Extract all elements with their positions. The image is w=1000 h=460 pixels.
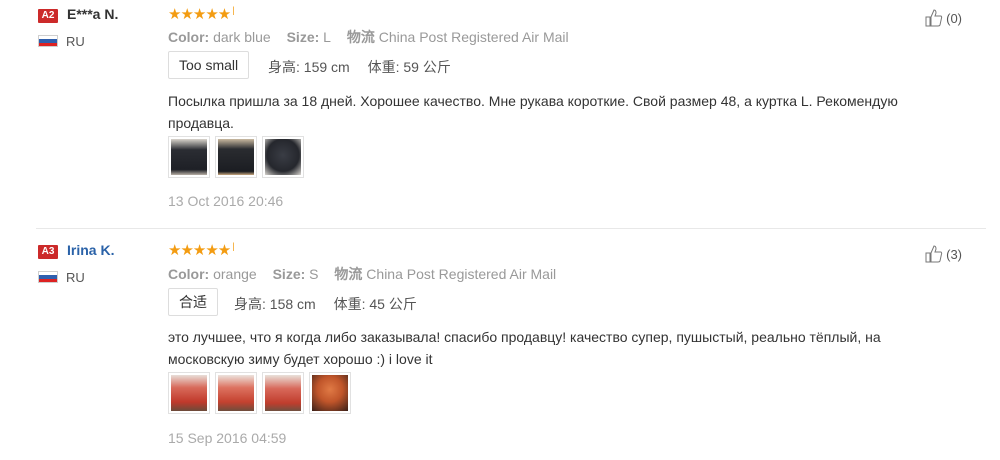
review-date: 13 Oct 2016 20:46 bbox=[168, 193, 284, 209]
country-code: RU bbox=[66, 34, 85, 49]
review-date: 15 Sep 2016 04:59 bbox=[168, 430, 287, 446]
country-code: RU bbox=[66, 270, 85, 285]
like-button[interactable]: (3) bbox=[924, 244, 962, 264]
thumbs-up-icon bbox=[925, 245, 943, 263]
star-rating: ★★★★★ | bbox=[168, 241, 235, 259]
review-photo[interactable] bbox=[262, 372, 304, 414]
rank-badge: A2 bbox=[38, 9, 58, 23]
rank-badge: A3 bbox=[38, 245, 58, 259]
review-text: Посылка пришла за 18 дней. Хорошее качес… bbox=[168, 93, 898, 131]
like-button[interactable]: (0) bbox=[924, 8, 962, 28]
review-photo[interactable] bbox=[168, 372, 210, 414]
order-attributes: Color: orange Size: S 物流 China Post Regi… bbox=[168, 266, 557, 282]
review-photo[interactable] bbox=[262, 136, 304, 178]
reviewer-name: E***a N. bbox=[67, 6, 119, 22]
review-photos bbox=[168, 372, 351, 414]
fit-tag: Too small bbox=[168, 51, 250, 79]
review-text: это лучшее, что я когда либо заказывала!… bbox=[168, 329, 881, 367]
review-item: A3 Irina K. RU ★★★★★ | Color: orange Size… bbox=[36, 228, 986, 460]
order-attributes: Color: dark blue Size: L 物流 China Post R… bbox=[168, 29, 569, 45]
review-photo[interactable] bbox=[168, 136, 210, 178]
review-photo[interactable] bbox=[215, 372, 257, 414]
star-rating: ★★★★★ | bbox=[168, 5, 235, 23]
thumbs-up-icon bbox=[925, 9, 943, 27]
review-photos bbox=[168, 136, 304, 178]
fit-tag: 合适 bbox=[168, 288, 218, 316]
review-item: A2 E***a N. RU ★★★★★ | Color: dark blue S… bbox=[36, 0, 986, 228]
like-count: (0) bbox=[946, 10, 962, 26]
body-measurements: 身高: 159 cm 体重: 59 公斤 bbox=[268, 59, 451, 75]
review-photo[interactable] bbox=[215, 136, 257, 178]
russia-flag-icon bbox=[38, 271, 58, 283]
like-count: (3) bbox=[946, 246, 962, 262]
body-measurements: 身高: 158 cm 体重: 45 公斤 bbox=[234, 296, 417, 312]
russia-flag-icon bbox=[38, 35, 58, 47]
review-photo[interactable] bbox=[309, 372, 351, 414]
reviewer-name[interactable]: Irina K. bbox=[67, 242, 114, 258]
